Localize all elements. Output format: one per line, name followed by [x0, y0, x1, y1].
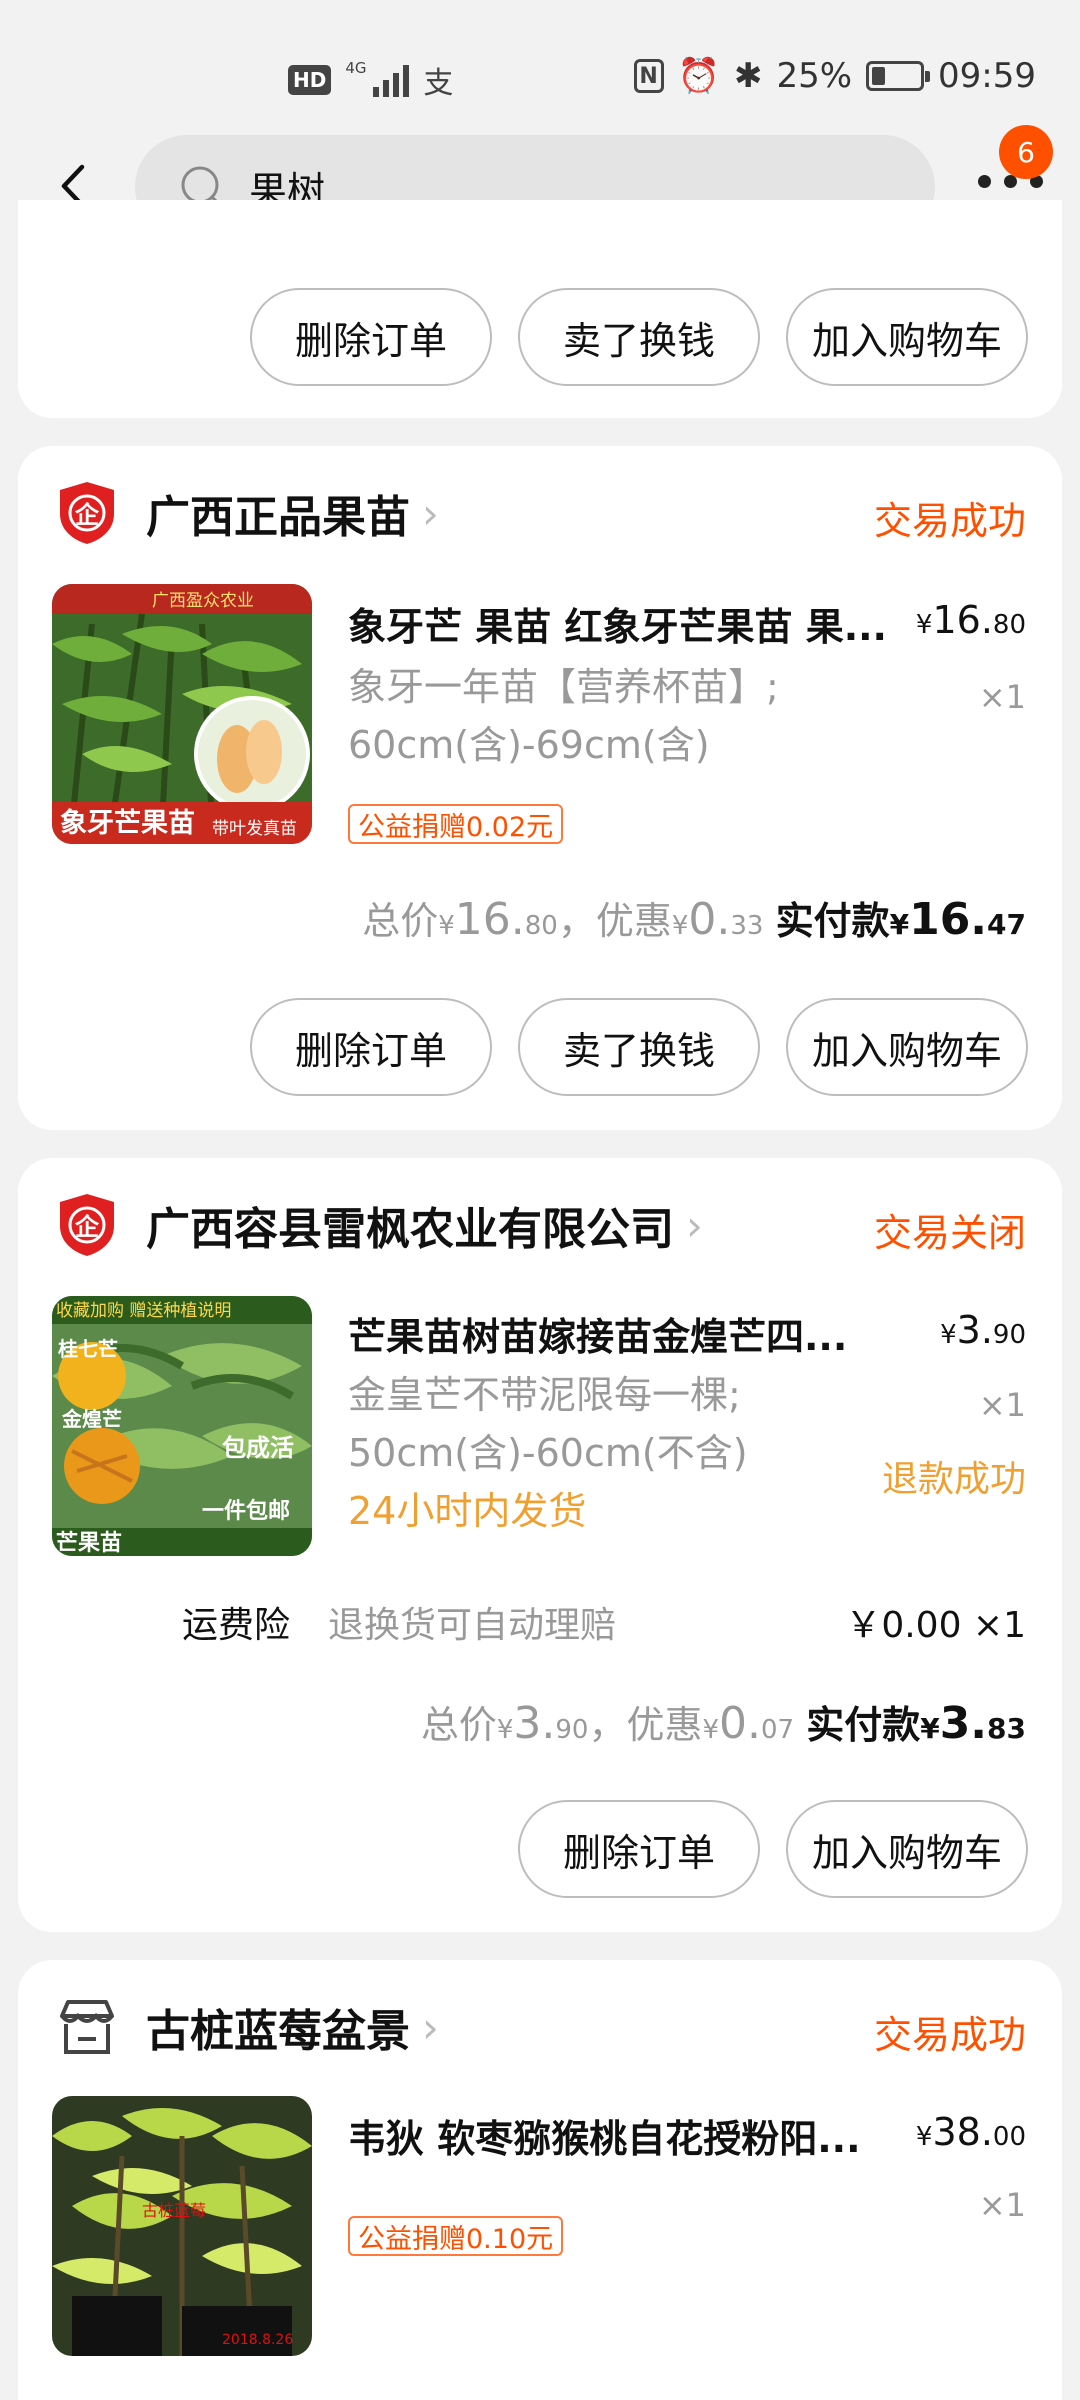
- enterprise-shield-icon: 企: [60, 1194, 114, 1256]
- hd-icon: HD: [288, 65, 332, 95]
- order-card: 企 广西容县雷枫农业有限公司 › 交易关闭 收藏加购 赠送种植说明 桂七芒 金煌…: [18, 1158, 1062, 1932]
- product-price: ¥16.80: [915, 598, 1026, 642]
- svg-text:一件包邮: 一件包邮: [202, 1498, 290, 1524]
- order-card: 企 广西正品果苗 › 交易成功 广西盈众农业 象牙芒果苗 带叶发真苗 象牙芒 果…: [18, 446, 1062, 1130]
- battery-percent: 25%: [776, 56, 853, 96]
- delete-order-button[interactable]: 删除订单: [518, 1800, 760, 1898]
- sell-button[interactable]: 卖了换钱: [518, 998, 760, 1096]
- charity-tag: 公益捐赠0.10元: [348, 2216, 564, 2256]
- svg-text:广西盈众农业: 广西盈众农业: [152, 591, 254, 611]
- add-to-cart-button[interactable]: 加入购物车: [786, 998, 1028, 1096]
- product-sku-size: 60cm(含)-69cm(含): [348, 723, 710, 767]
- charity-tag: 公益捐赠0.02元: [348, 804, 564, 844]
- clock: 09:59: [938, 56, 1036, 96]
- product-image[interactable]: 收藏加购 赠送种植说明 桂七芒 金煌芒 包成活 一件包邮 芒果苗: [52, 1296, 312, 1556]
- product-sku: 金皇芒不带泥限每一棵;: [348, 1373, 741, 1417]
- bluetooth-icon: ✱: [733, 56, 763, 96]
- store-icon: [60, 2000, 114, 2054]
- order-status: 交易关闭: [873, 1211, 1026, 1255]
- shop-link[interactable]: 企 广西正品果苗 ›: [56, 480, 439, 546]
- product-image[interactable]: 广西盈众农业 象牙芒果苗 带叶发真苗: [52, 584, 312, 844]
- shop-link[interactable]: 古桩蓝莓盆景 ›: [56, 1994, 439, 2060]
- svg-text:带叶发真苗: 带叶发真苗: [212, 819, 297, 839]
- product-sku: 象牙一年苗【营养杯苗】;: [348, 665, 779, 709]
- order-card: 古桩蓝莓盆景 › 交易成功 古桩蓝莓 2018.8.26 韦狄 软枣猕猴桃自花授…: [18, 1960, 1062, 2400]
- product-sku-size: 50cm(含)-60cm(不含): [348, 1431, 748, 1475]
- product-image[interactable]: 古桩蓝莓 2018.8.26: [52, 2096, 312, 2356]
- add-to-cart-button[interactable]: 加入购物车: [786, 288, 1028, 386]
- refund-status: 退款成功: [881, 1459, 1026, 1500]
- order-card-partial: 删除订单 卖了换钱 加入购物车: [18, 200, 1062, 418]
- alipay-icon: 支: [423, 66, 454, 101]
- product-title[interactable]: 韦狄 软枣猕猴桃自花授粉阳...: [348, 2108, 861, 2163]
- insurance-label: 运费险: [182, 1605, 291, 1646]
- product-qty: ×1: [978, 2186, 1026, 2224]
- order-total: 总价¥3.90，优惠¥0.07 实付款¥3.83: [420, 1698, 1026, 1749]
- svg-text:桂七芒: 桂七芒: [57, 1337, 118, 1361]
- product-qty: ×1: [978, 678, 1026, 716]
- shop-name: 广西容县雷枫农业有限公司: [146, 1204, 674, 1255]
- svg-text:包成活: 包成活: [222, 1434, 294, 1462]
- delete-order-button[interactable]: 删除订单: [250, 288, 492, 386]
- order-total: 总价¥16.80，优惠¥0.33 实付款¥16.47: [362, 894, 1026, 945]
- enterprise-shield-icon: 企: [60, 482, 114, 544]
- shop-link[interactable]: 企 广西容县雷枫农业有限公司 ›: [56, 1192, 703, 1258]
- svg-text:2018.8.26: 2018.8.26: [222, 2332, 293, 2348]
- chevron-right-icon: ›: [422, 488, 439, 538]
- nfc-icon: N: [633, 59, 664, 93]
- notification-badge: 6: [999, 125, 1053, 179]
- signal-icon: 4G: [345, 61, 410, 97]
- chevron-right-icon: ›: [422, 2002, 439, 2052]
- insurance-price: ￥0.00 ×1: [845, 1605, 1026, 1646]
- product-title[interactable]: 象牙芒 果苗 红象牙芒果苗 果...: [348, 596, 887, 651]
- battery-icon: [866, 61, 931, 91]
- svg-text:企: 企: [75, 1213, 100, 1241]
- product-price: ¥38.00: [915, 2110, 1026, 2154]
- product-title[interactable]: 芒果苗树苗嫁接苗金煌芒四...: [348, 1306, 847, 1361]
- insurance-desc: 退换货可自动理赔: [328, 1605, 617, 1646]
- svg-text:古桩蓝莓: 古桩蓝莓: [142, 2201, 206, 2220]
- shipping-promise: 24小时内发货: [348, 1489, 587, 1533]
- product-price: ¥3.90: [940, 1308, 1026, 1352]
- svg-text:收藏加购 赠送种植说明: 收藏加购 赠送种植说明: [56, 1301, 231, 1321]
- svg-text:象牙芒果苗: 象牙芒果苗: [60, 807, 195, 839]
- product-qty: ×1: [978, 1386, 1026, 1424]
- alarm-icon: ⏰: [677, 56, 720, 96]
- svg-text:企: 企: [75, 501, 100, 529]
- chevron-right-icon: ›: [686, 1200, 703, 1250]
- svg-text:芒果苗: 芒果苗: [56, 1530, 122, 1556]
- status-bar: HD 4G 支 N ⏰ ✱ 25% 09:59: [0, 0, 1080, 125]
- svg-text:金煌芒: 金煌芒: [61, 1407, 122, 1431]
- delete-order-button[interactable]: 删除订单: [250, 998, 492, 1096]
- order-status: 交易成功: [873, 499, 1026, 543]
- add-to-cart-button[interactable]: 加入购物车: [786, 1800, 1028, 1898]
- shop-name: 广西正品果苗: [146, 492, 410, 543]
- order-status: 交易成功: [873, 2013, 1026, 2057]
- sell-button[interactable]: 卖了换钱: [518, 288, 760, 386]
- shop-name: 古桩蓝莓盆景: [146, 2006, 410, 2057]
